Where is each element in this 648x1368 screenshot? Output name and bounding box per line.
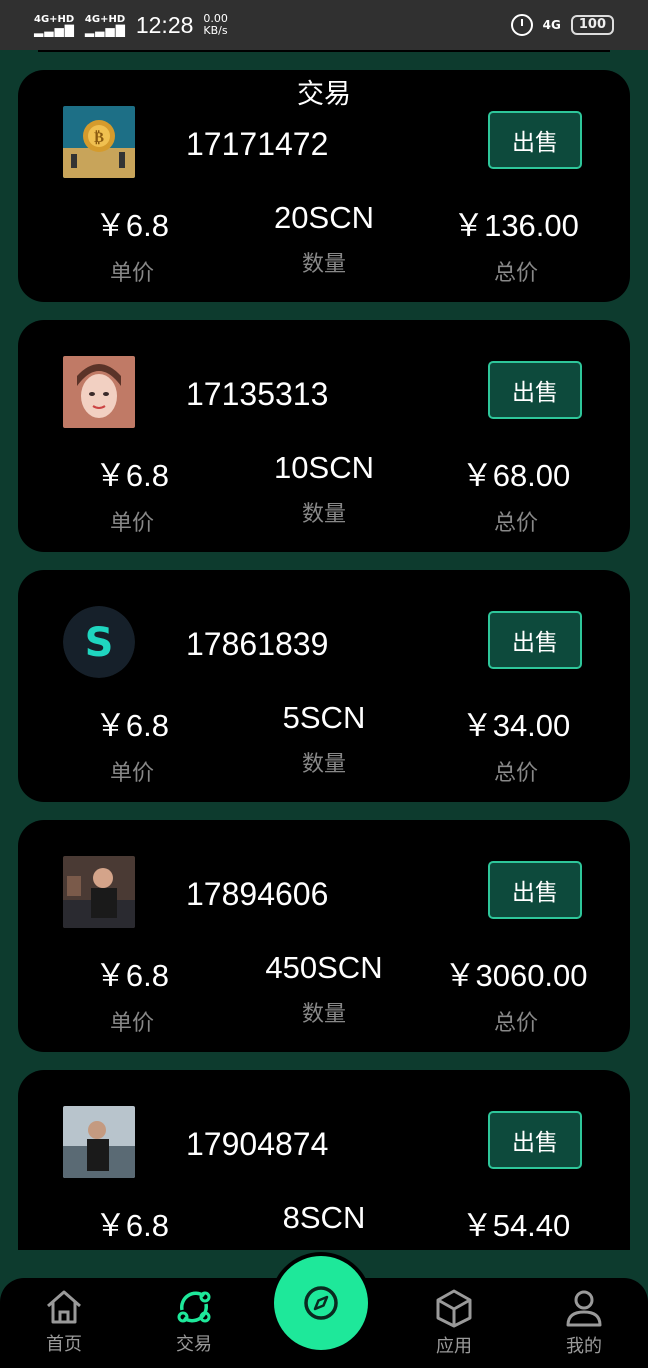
order-card: 17894606 出售 ￥6.8 单价 450SCN 数量 ￥3060.00 总价 xyxy=(18,820,630,1052)
order-card: S 17861839 出售 ￥6.8 单价 5SCN 数量 ￥34.00 总价 xyxy=(18,570,630,802)
total-price: ￥68.00 总价 xyxy=(461,458,571,536)
sell-button[interactable]: 出售 xyxy=(488,361,582,419)
alarm-icon xyxy=(510,14,533,36)
avatar xyxy=(63,856,135,928)
signal-indicator-1: 4G+HD ▂▃▅▇ xyxy=(34,14,75,37)
cube-icon xyxy=(436,1289,472,1328)
quantity: 8SCN xyxy=(282,1200,366,1235)
quantity: 20SCN 数量 xyxy=(274,200,374,277)
tab-apps[interactable]: 应用 xyxy=(404,1288,504,1358)
unit-price: ￥6.8 单价 xyxy=(94,708,170,786)
trade-icon xyxy=(177,1291,211,1323)
order-list[interactable]: ₿ 17171472 出售 ￥6.8 单价 20SCN 数量 ￥136.00 总价 1… xyxy=(0,50,648,1250)
user-id: 17171472 xyxy=(186,126,329,162)
avatar xyxy=(63,356,135,428)
avatar: S xyxy=(63,606,135,678)
signal-indicator-2: 4G+HD ▂▃▅▇ xyxy=(84,14,126,37)
clock: 12:28 xyxy=(135,11,194,38)
sell-button[interactable]: 出售 xyxy=(488,611,582,669)
quantity: 5SCN 数量 xyxy=(282,700,366,777)
avatar: ₿ xyxy=(63,106,135,178)
quantity: 450SCN 数量 xyxy=(265,950,383,1027)
previous-card-edge xyxy=(38,50,610,52)
status-bar: 4G+HD ▂▃▅▇ 4G+HD ▂▃▅▇ 12:28 0.00 KB/s 4G… xyxy=(0,0,648,50)
user-id: 17894606 xyxy=(186,876,329,912)
discover-fab[interactable] xyxy=(274,1256,368,1350)
tab-mine[interactable]: 我的 xyxy=(534,1288,634,1358)
page-title: 交易 xyxy=(297,79,351,110)
home-icon xyxy=(47,1290,81,1324)
avatar xyxy=(63,1106,135,1178)
sell-button[interactable]: 出售 xyxy=(488,111,582,169)
net-speed: 0.00 KB/s xyxy=(203,12,228,37)
total-price: ￥34.00 总价 xyxy=(461,708,571,786)
total-price: ￥136.00 总价 xyxy=(453,208,579,286)
compass-icon xyxy=(304,1286,338,1320)
user-id: 17904874 xyxy=(186,1126,329,1162)
tab-trade[interactable]: 交易 xyxy=(144,1288,244,1356)
order-card: 17135313 出售 ￥6.8 单价 10SCN 数量 ￥68.00 总价 xyxy=(18,320,630,552)
user-id: 17135313 xyxy=(186,376,329,412)
network-type: 4G xyxy=(542,18,561,32)
total-price: ￥3060.00 总价 xyxy=(444,958,588,1036)
sell-button[interactable]: 出售 xyxy=(488,1111,582,1169)
tab-home[interactable]: 首页 xyxy=(14,1288,114,1356)
unit-price: ￥6.8 单价 xyxy=(94,458,170,536)
sell-button[interactable]: 出售 xyxy=(488,861,582,919)
unit-price: ￥6.8 xyxy=(94,1208,170,1243)
battery-indicator: 100 xyxy=(570,15,614,35)
order-card: 17904874 出售 ￥6.8 8SCN ￥54.40 xyxy=(18,1070,630,1250)
unit-price: ￥6.8 单价 xyxy=(94,958,170,1036)
unit-price: ￥6.8 单价 xyxy=(94,208,170,286)
user-icon xyxy=(566,1290,602,1327)
svg-text:S: S xyxy=(85,620,114,666)
svg-text:₿: ₿ xyxy=(94,128,104,146)
user-id: 17861839 xyxy=(186,626,329,662)
quantity: 10SCN 数量 xyxy=(274,450,374,527)
total-price: ￥54.40 xyxy=(461,1208,571,1243)
